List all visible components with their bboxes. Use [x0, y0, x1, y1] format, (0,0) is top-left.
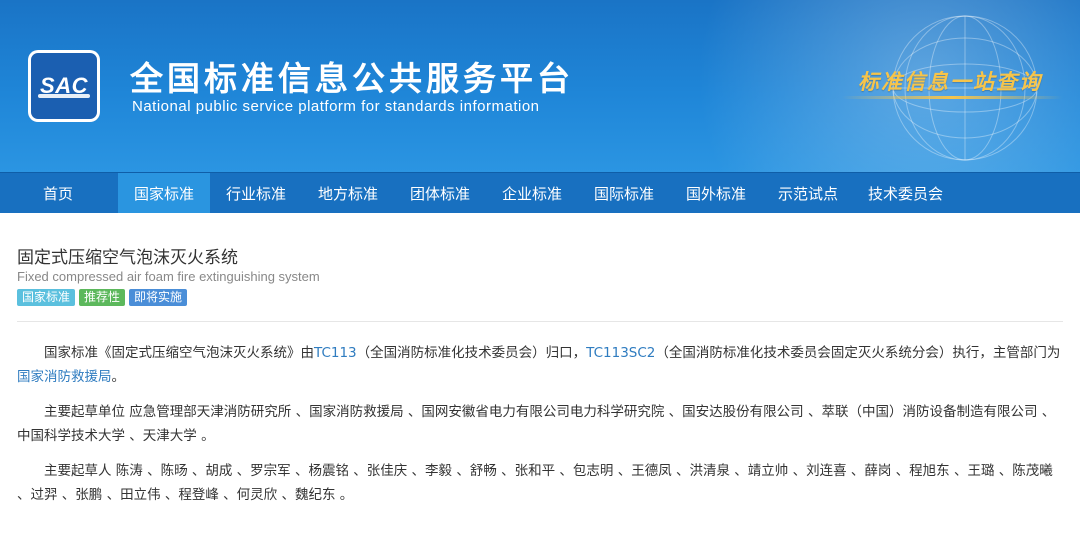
nav-international-standards[interactable]: 国际标准: [578, 173, 670, 213]
site-title: 全国标准信息公共服务平台: [130, 59, 574, 98]
nav-local-standards[interactable]: 地方标准: [302, 173, 394, 213]
main-nav: 首页 国家标准 行业标准 地方标准 团体标准 企业标准 国际标准 国外标准 示范…: [0, 172, 1080, 213]
site-subtitle: National public service platform for sta…: [132, 98, 540, 115]
para1-text-1: 国家标准《固定式压缩空气泡沫灭火系统》由: [44, 345, 314, 361]
paragraph-governance: 国家标准《固定式压缩空气泡沫灭火系统》由TC113（全国消防标准化技术委员会）归…: [17, 341, 1063, 389]
slogan: 标准信息一站查询: [858, 70, 1042, 94]
paragraph-drafters: 主要起草人 陈涛 、陈旸 、胡成 、罗宗军 、杨震铭 、张佳庆 、李毅 、舒畅 …: [17, 463, 1053, 503]
badge-upcoming: 即将实施: [129, 289, 188, 306]
tc113-link[interactable]: TC113: [314, 345, 357, 361]
badge-group: 国家标准 推荐性 即将实施: [17, 289, 188, 306]
department-link[interactable]: 国家消防救援局: [17, 369, 112, 385]
standard-title-en: Fixed compressed air foam fire extinguis…: [17, 269, 320, 284]
divider: [17, 321, 1063, 322]
para1-text-2: （全国消防标准化技术委员会）归口，: [356, 345, 587, 361]
nav-technical-committees[interactable]: 技术委员会: [854, 173, 957, 213]
nav-pilot-demo[interactable]: 示范试点: [762, 173, 854, 213]
logo-swoosh: [38, 94, 90, 98]
para1-text-3: （全国消防标准化技术委员会固定灭火系统分会）执行，主管部门为: [655, 345, 1061, 361]
badge-national: 国家标准: [17, 289, 76, 306]
standard-title: 固定式压缩空气泡沫灭火系统: [17, 248, 238, 268]
paragraph-drafting-units: 主要起草单位 应急管理部天津消防研究所 、国家消防救援局 、国网安徽省电力有限公…: [17, 404, 1056, 444]
para1-text-4: 。: [111, 369, 126, 385]
badge-recommended: 推荐性: [79, 289, 126, 306]
nav-home[interactable]: 首页: [0, 173, 118, 213]
nav-national-standards[interactable]: 国家标准: [118, 173, 210, 213]
sac-logo[interactable]: SAC: [28, 50, 100, 122]
tc113sc2-link[interactable]: TC113SC2: [586, 345, 655, 361]
standard-detail: 固定式压缩空气泡沫灭火系统 Fixed compressed air foam …: [0, 224, 1080, 537]
header-banner: SAC 全国标准信息公共服务平台 National public service…: [0, 0, 1080, 172]
nav-industry-standards[interactable]: 行业标准: [210, 173, 302, 213]
nav-enterprise-standards[interactable]: 企业标准: [486, 173, 578, 213]
slogan-underline: [842, 96, 1062, 99]
nav-group-standards[interactable]: 团体标准: [394, 173, 486, 213]
nav-foreign-standards[interactable]: 国外标准: [670, 173, 762, 213]
